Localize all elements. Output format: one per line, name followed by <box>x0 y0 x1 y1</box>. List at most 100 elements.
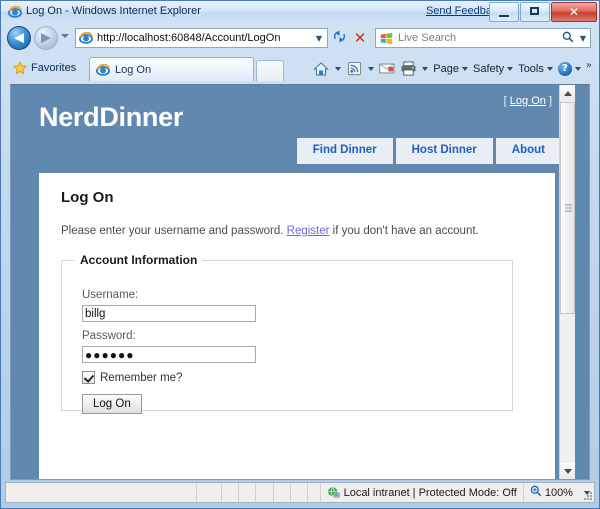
home-button[interactable] <box>311 59 331 79</box>
nav-item-find-dinner[interactable]: Find Dinner <box>296 138 393 164</box>
back-arrow-icon: ◀ <box>14 30 24 46</box>
site-header: NerdDinner [ Log On ] Find Dinner Host D… <box>11 85 575 173</box>
tools-menu-label: Tools <box>518 62 544 75</box>
tab-title: Log On <box>115 63 152 76</box>
security-zone-text: Local intranet | Protected Mode: Off <box>343 486 517 499</box>
bracket-open: [ <box>503 95 507 107</box>
scrollbar-grip-icon <box>565 204 572 212</box>
search-box[interactable]: Live Search ▼ <box>375 28 591 48</box>
remember-me-row[interactable]: Remember me? <box>82 371 182 384</box>
minimize-button[interactable] <box>489 2 519 22</box>
status-segment-5 <box>274 483 291 502</box>
password-input[interactable] <box>82 346 256 363</box>
print-button[interactable] <box>398 59 418 79</box>
chevron-down-icon <box>546 66 553 71</box>
window-title: Log On - Windows Internet Explorer <box>26 5 201 17</box>
maximize-button[interactable] <box>520 2 550 22</box>
internet-explorer-icon <box>8 5 22 18</box>
internet-explorer-icon <box>79 31 93 44</box>
command-bar: Favorites Log On Page Safety Tools ? » <box>1 53 599 84</box>
nav-item-host-dinner[interactable]: Host Dinner <box>395 138 493 164</box>
print-dropdown-icon[interactable] <box>419 59 430 79</box>
page-menu-button[interactable]: Page <box>431 59 470 79</box>
status-bar: Local intranet | Protected Mode: Off 100… <box>5 482 595 503</box>
back-button[interactable]: ◀ <box>7 26 31 50</box>
site-navigation: Find Dinner Host Dinner About <box>296 138 561 164</box>
nav-item-about[interactable]: About <box>495 138 561 164</box>
home-dropdown-icon[interactable] <box>332 59 343 79</box>
print-icon <box>401 61 416 76</box>
bracket-close: ] <box>548 95 552 107</box>
zoom-level-text: 100% <box>544 486 573 499</box>
status-segment-7 <box>308 483 321 502</box>
resize-grip-icon[interactable] <box>582 490 592 500</box>
status-segment-2 <box>222 483 240 502</box>
close-button[interactable]: ✕ <box>551 2 597 22</box>
page-scrollbar[interactable] <box>559 85 575 479</box>
toolbar-overflow-icon[interactable]: » <box>584 60 595 77</box>
remember-me-checkbox[interactable] <box>82 371 95 384</box>
safety-menu-button[interactable]: Safety <box>471 59 515 79</box>
feeds-button[interactable] <box>344 59 364 79</box>
navigation-bar: ◀ ▶ http://localhost:60848/Account/LogOn… <box>1 23 599 53</box>
feeds-dropdown-icon[interactable] <box>365 59 376 79</box>
windows-logo-icon <box>380 32 393 44</box>
intro-text: Please enter your username and password.… <box>61 225 479 237</box>
browser-tab-log-on[interactable]: Log On <box>89 57 254 81</box>
triangle-down-icon <box>563 468 572 474</box>
mail-button[interactable] <box>377 59 397 79</box>
status-segment-4 <box>256 483 274 502</box>
intro-text-after: if you don't have an account. <box>329 225 479 237</box>
help-icon: ? <box>557 61 572 76</box>
web-page: NerdDinner [ Log On ] Find Dinner Host D… <box>11 85 575 479</box>
page-menu-label: Page <box>433 62 459 75</box>
tools-menu-button[interactable]: Tools <box>516 59 555 79</box>
new-tab-button[interactable] <box>256 60 284 81</box>
register-link[interactable]: Register <box>287 225 330 237</box>
safety-menu-label: Safety <box>473 62 505 75</box>
chevron-down-icon[interactable]: ▼ <box>576 34 590 43</box>
chevron-down-icon <box>462 66 468 71</box>
status-segment-1 <box>197 483 222 502</box>
password-label: Password: <box>82 330 136 342</box>
content-panel: Log On Please enter your username and pa… <box>39 173 555 479</box>
forward-button[interactable]: ▶ <box>34 26 58 50</box>
username-input[interactable] <box>82 305 256 322</box>
help-menu-button[interactable]: ? <box>556 59 583 79</box>
header-logon-area: [ Log On ] <box>504 95 552 107</box>
zoom-magnifier-icon <box>530 485 542 500</box>
rss-icon <box>347 61 361 76</box>
scroll-up-button[interactable] <box>560 85 575 101</box>
status-segment-message <box>6 483 197 502</box>
refresh-button[interactable] <box>330 29 348 47</box>
scroll-down-button[interactable] <box>560 463 575 479</box>
local-intranet-icon <box>327 486 340 498</box>
browser-window: Log On - Windows Internet Explorer Send … <box>0 0 600 509</box>
close-icon: ✕ <box>568 5 580 19</box>
address-bar[interactable]: http://localhost:60848/Account/LogOn ▼ <box>75 28 328 48</box>
chevron-down-icon <box>574 66 581 71</box>
close-icon: ✕ <box>353 29 367 47</box>
home-icon <box>313 61 330 75</box>
favorites-label: Favorites <box>31 61 77 74</box>
refresh-icon <box>333 30 345 43</box>
star-icon <box>13 60 27 75</box>
search-icon[interactable] <box>560 31 576 46</box>
scrollbar-thumb[interactable] <box>560 102 575 314</box>
command-bar-tools: Page Safety Tools ? » <box>311 57 595 80</box>
recent-pages-dropdown-icon[interactable] <box>61 34 69 38</box>
chevron-down-icon[interactable]: ▼ <box>311 34 327 43</box>
remember-me-label: Remember me? <box>100 371 183 384</box>
stop-button[interactable]: ✕ <box>351 29 369 47</box>
account-information-fieldset: Account Information Username: Password: … <box>61 253 513 414</box>
header-logon-link[interactable]: Log On <box>510 95 546 107</box>
status-segment-6 <box>291 483 309 502</box>
forward-arrow-icon: ▶ <box>41 30 51 46</box>
favorites-button[interactable]: Favorites <box>8 56 85 79</box>
triangle-up-icon <box>563 90 572 96</box>
log-on-submit-button[interactable]: Log On <box>82 394 142 414</box>
title-bar: Log On - Windows Internet Explorer Send … <box>1 1 599 23</box>
search-placeholder-text: Live Search <box>398 32 457 44</box>
status-segment-3 <box>239 483 257 502</box>
security-zone-indicator[interactable]: Local intranet | Protected Mode: Off <box>321 483 524 502</box>
